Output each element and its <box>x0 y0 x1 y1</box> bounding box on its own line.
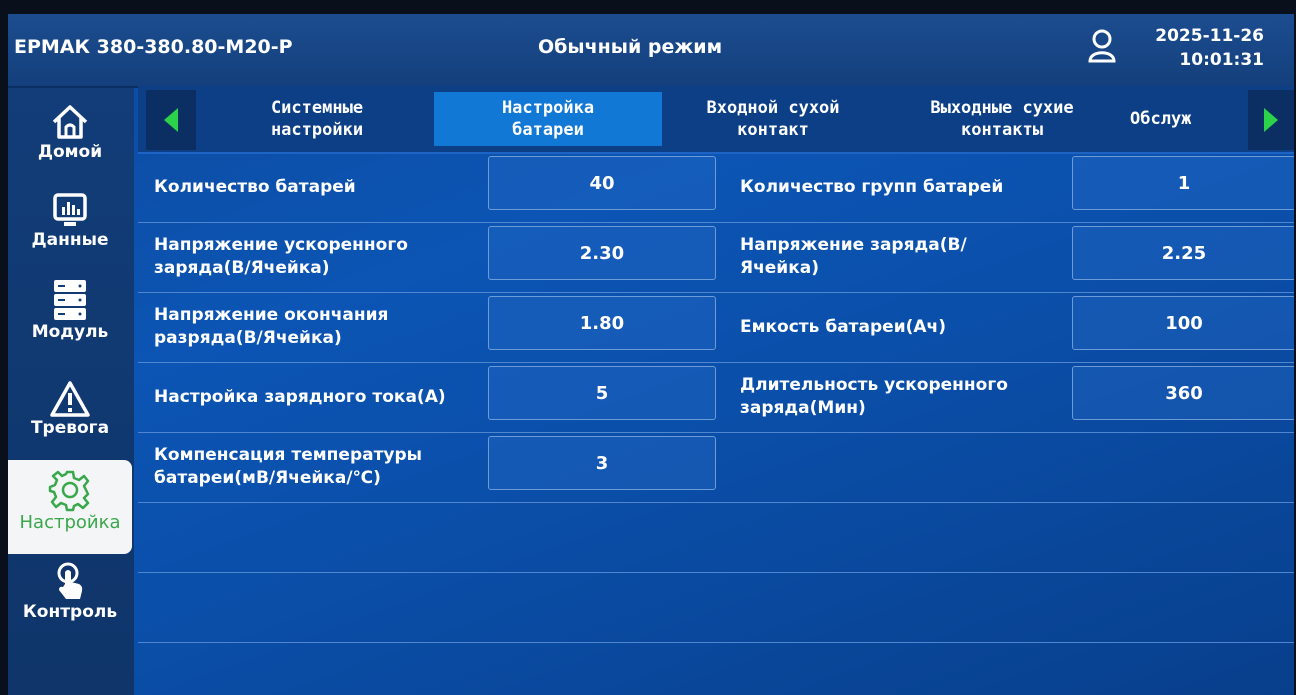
label-line2: батареи(мВ/Ячейка/℃) <box>154 468 381 488</box>
sidebar-item-label: Домой <box>37 142 103 162</box>
data-chart-icon <box>53 193 87 226</box>
tab-label-line2: контакты <box>961 120 1043 140</box>
sidebar-item-data[interactable]: Данные <box>8 192 132 272</box>
sidebar-item-label: Модуль <box>31 322 109 342</box>
top-bar: ЕРМАК 380-380.80-М20-Р Обычный режим 202… <box>8 14 1294 88</box>
sidebar-item-label: Контроль <box>22 602 118 622</box>
battery-groups-input[interactable]: 1 <box>1072 156 1294 210</box>
time: 10:01:31 <box>1179 50 1264 70</box>
charge-current-input[interactable]: 5 <box>488 366 716 420</box>
label-line1: Компенсация температуры <box>154 445 423 465</box>
device-model: ЕРМАК 380-380.80-М20-Р <box>14 36 293 58</box>
sidebar-item-control[interactable]: Контроль <box>8 562 132 646</box>
label-line1: Напряжение окончания <box>154 305 389 325</box>
sidebar-item-label: Тревога <box>30 418 110 438</box>
battery-count-label: Количество батарей <box>154 176 356 197</box>
tab-label-line1: Выходные сухие <box>930 98 1074 118</box>
hmi-screen: ЕРМАК 380-380.80-М20-Р Обычный режим 202… <box>8 14 1294 695</box>
boost-voltage-label: Напряжение ускоренного заряда(В/Ячейка) <box>154 222 484 292</box>
arrow-right-icon <box>1264 108 1278 132</box>
label-line2: разряда(В/Ячейка) <box>154 328 342 348</box>
sidebar-item-settings[interactable]: Настройка <box>8 460 132 554</box>
sidebar-item-module[interactable]: Модуль <box>8 278 132 358</box>
settings-row-5: Компенсация температуры батареи(мВ/Ячейка… <box>138 432 1294 503</box>
sidebar-item-label: Данные <box>31 230 109 250</box>
settings-row-empty-2 <box>138 572 1294 643</box>
operating-mode: Обычный режим <box>538 36 723 58</box>
temp-compensation-input[interactable]: 3 <box>488 436 716 490</box>
label-line1: Напряжение заряда(В/ <box>740 235 967 255</box>
battery-groups-label: Количество групп батарей <box>740 176 1004 197</box>
charge-current-label: Настройка зарядного тока(А) <box>154 386 446 407</box>
user-icon[interactable] <box>1086 28 1118 64</box>
label-line2: Ячейка) <box>740 258 819 278</box>
tab-battery-settings[interactable]: Настройка батареи <box>434 92 662 146</box>
home-icon <box>52 105 88 139</box>
touch-control-icon <box>57 562 83 599</box>
tab-input-dry-contact[interactable]: Входной сухой контакт <box>668 92 878 146</box>
sidebar-item-label: Настройка <box>19 512 121 533</box>
label-line1: Длительность ускоренного <box>740 375 1008 395</box>
battery-capacity-input[interactable]: 100 <box>1072 296 1294 350</box>
tab-scroll-left-button[interactable] <box>146 90 196 150</box>
tab-system-settings[interactable]: Системные настройки <box>204 92 430 146</box>
tab-output-dry-contacts[interactable]: Выходные сухие контакты <box>882 92 1122 146</box>
tab-bar: Системные настройки Настройка батареи Вход… <box>138 86 1294 154</box>
end-discharge-voltage-input[interactable]: 1.80 <box>488 296 716 350</box>
charge-voltage-label: Напряжение заряда(В/Ячейка) <box>740 222 1070 292</box>
settings-row-1: Количество батарей 40 Количество групп б… <box>138 152 1294 223</box>
charge-voltage-input[interactable]: 2.25 <box>1072 226 1294 280</box>
settings-row-3: Напряжение окончания разряда(В/Ячейка) 1.… <box>138 292 1294 363</box>
tab-label-line2: батареи <box>512 120 584 140</box>
label-line1: Напряжение ускоренного <box>154 235 408 255</box>
alarm-warning-icon <box>50 381 90 417</box>
sidebar-item-alarm[interactable]: Тревога <box>8 380 132 460</box>
tab-label-line1: Системные <box>270 98 364 118</box>
sidebar: Домой Данные Модуль Тревога Настройка Ко… <box>8 88 134 695</box>
settings-row-2: Напряжение ускоренного заряда(В/Ячейка) 2… <box>138 222 1294 293</box>
tab-maintenance[interactable]: Обслуж <box>1130 92 1248 146</box>
boost-duration-input[interactable]: 360 <box>1072 366 1294 420</box>
settings-row-empty-1 <box>138 502 1294 573</box>
datetime: 2025-11-26 10:01:31 <box>1155 24 1264 72</box>
end-discharge-voltage-label: Напряжение окончания разряда(В/Ячейка) <box>154 292 484 362</box>
date: 2025-11-26 <box>1155 26 1264 46</box>
server-module-icon <box>54 280 86 320</box>
battery-capacity-label: Емкость батареи(Ач) <box>740 316 946 337</box>
tab-label-line1: Входной сухой <box>706 98 840 118</box>
gear-icon <box>48 470 90 512</box>
tab-label-line1: Настройка <box>501 98 595 118</box>
boost-duration-label: Длительность ускоренного заряда(Мин) <box>740 362 1070 432</box>
boost-voltage-input[interactable]: 2.30 <box>488 226 716 280</box>
arrow-left-icon <box>164 108 178 132</box>
label-line2: заряда(Мин) <box>740 398 866 418</box>
settings-row-4: Настройка зарядного тока(А) 5 Длительнос… <box>138 362 1294 433</box>
battery-count-input[interactable]: 40 <box>488 156 716 210</box>
tab-label-line2: настройки <box>270 120 364 140</box>
tab-label-line2: контакт <box>737 120 809 140</box>
sidebar-item-home[interactable]: Домой <box>8 102 132 182</box>
tab-label-line1: Обслуж <box>1130 109 1192 129</box>
tab-scroll-right-button[interactable] <box>1248 90 1294 150</box>
label-line2: заряда(В/Ячейка) <box>154 258 330 278</box>
temp-compensation-label: Компенсация температуры батареи(мВ/Ячейка… <box>154 432 484 502</box>
